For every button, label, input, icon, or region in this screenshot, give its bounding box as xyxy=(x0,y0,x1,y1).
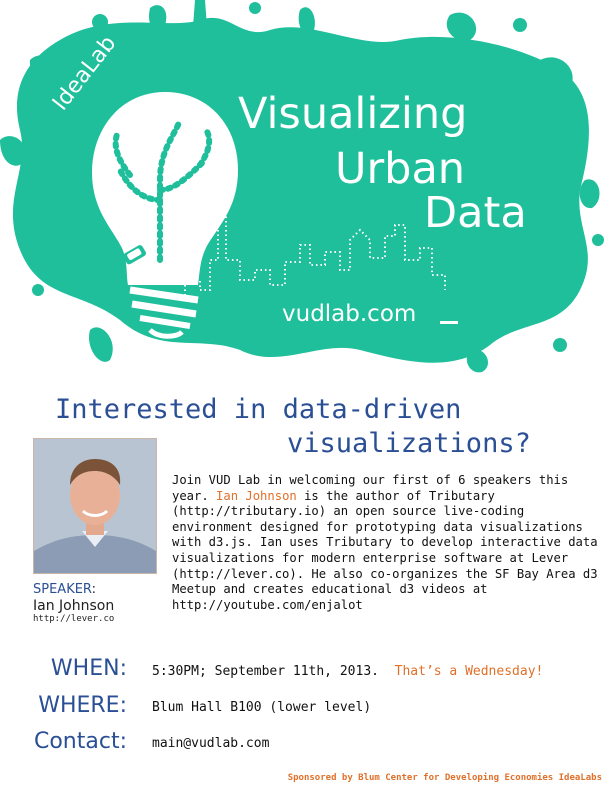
where-label: WHERE: xyxy=(38,693,127,718)
title-line-3: Data xyxy=(424,188,527,238)
title-line-1: Visualizing xyxy=(238,89,468,139)
event-description: Join VUD Lab in welcoming our first of 6… xyxy=(172,473,598,612)
where-value: Blum Hall B100 (lower level) xyxy=(152,700,372,715)
speaker-portrait-icon xyxy=(34,439,156,573)
when-label: WHEN: xyxy=(50,656,127,681)
headline-line-2: visualizations? xyxy=(287,428,531,459)
site-underline-decoration xyxy=(440,315,458,324)
speaker-url-link[interactable]: http://lever.co xyxy=(33,614,114,624)
hero-banner: IdeaLab Visualizing Urban Data vudlab.co… xyxy=(0,0,612,385)
headline-line-1: Interested in data-driven xyxy=(55,394,462,425)
site-link[interactable]: vudlab.com xyxy=(282,301,416,327)
contact-email-link[interactable]: main@vudlab.com xyxy=(152,736,269,751)
speaker-name: Ian Johnson xyxy=(33,598,115,614)
sponsor-footer: Sponsored by Blum Center for Developing … xyxy=(287,773,602,783)
speaker-photo xyxy=(33,438,157,574)
speaker-name-highlight: Ian Johnson xyxy=(216,488,297,503)
when-note: That’s a Wednesday! xyxy=(394,664,544,679)
when-value: 5:30PM; September 11th, 2013. That’s a W… xyxy=(152,664,544,679)
contact-label: Contact: xyxy=(33,729,127,754)
speaker-label: SPEAKER: xyxy=(33,582,96,597)
title-line-2: Urban xyxy=(335,144,466,194)
